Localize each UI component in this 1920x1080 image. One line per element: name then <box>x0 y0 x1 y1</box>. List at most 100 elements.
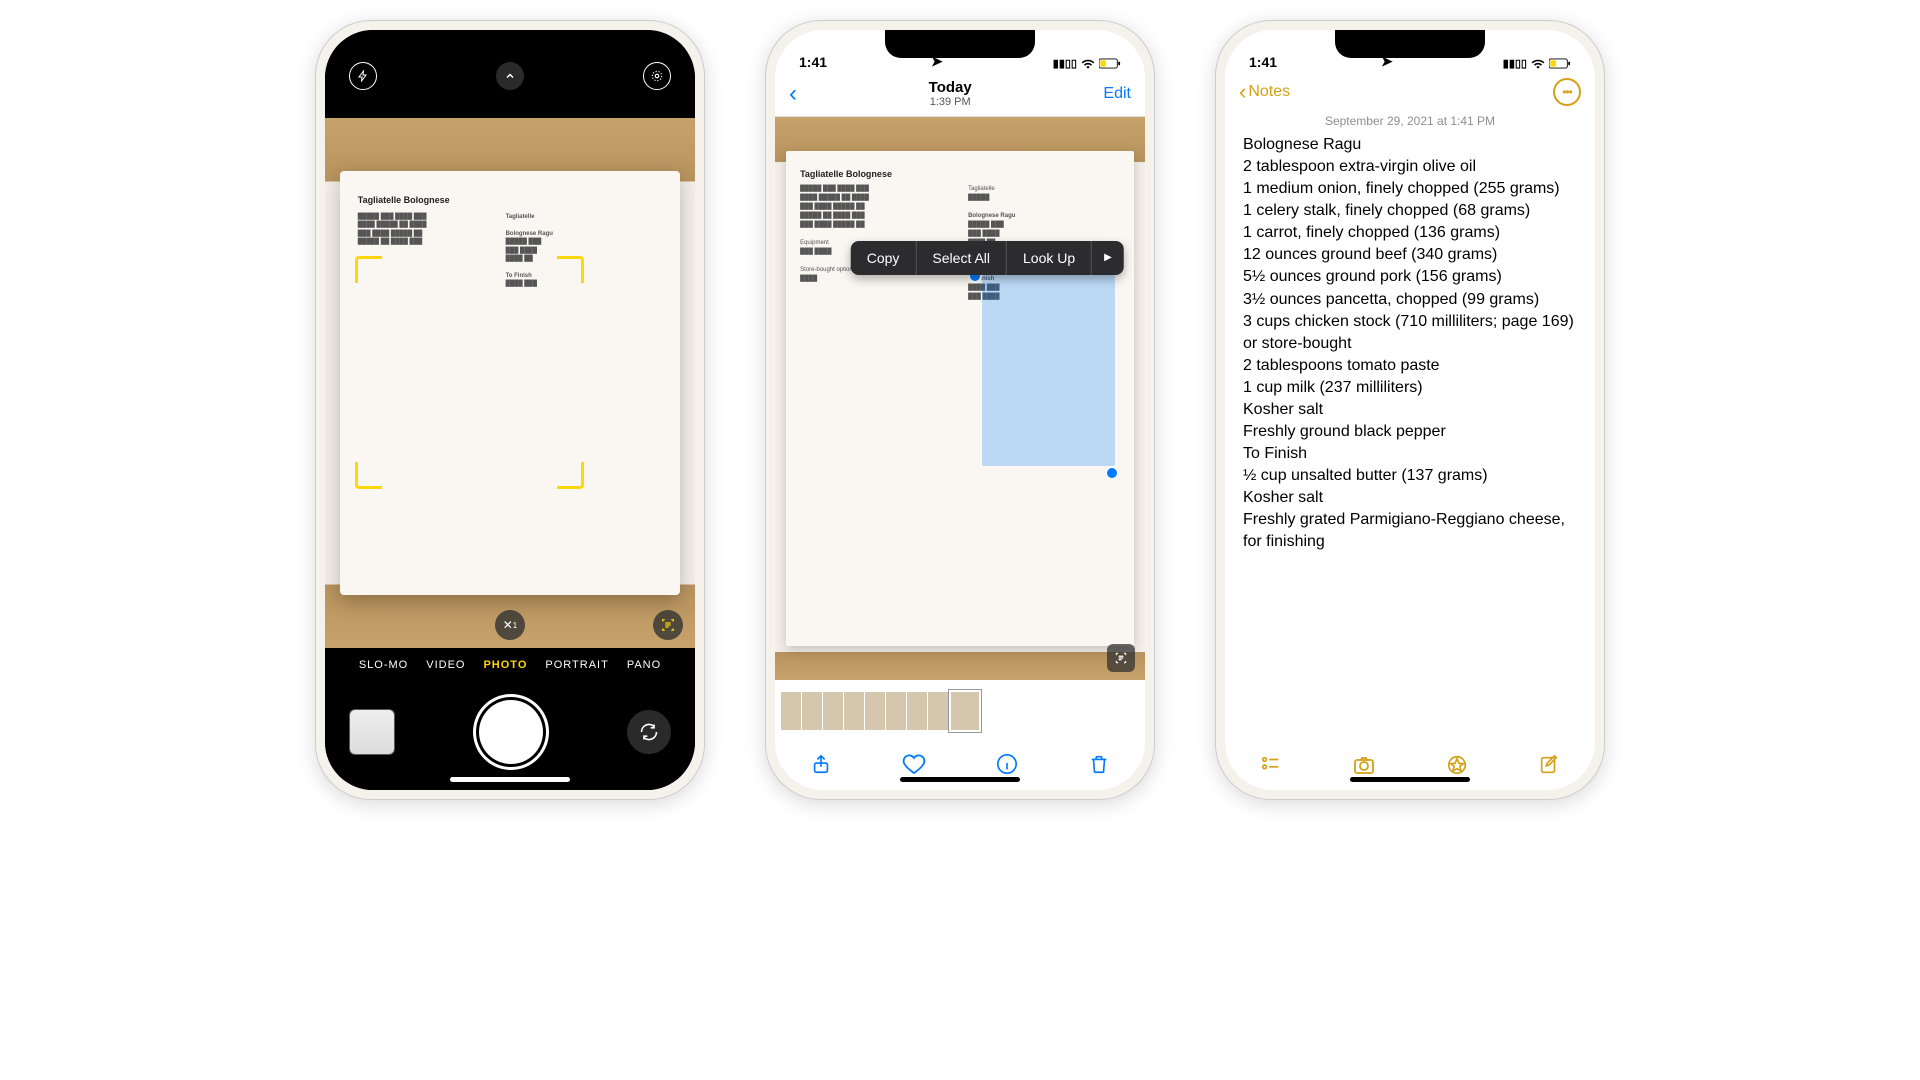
notes-app-screen: 1:41 ➤ ▮▮▯▯ ‹ Notes ••• <box>1225 30 1595 790</box>
battery-icon <box>1549 58 1571 69</box>
markup-icon[interactable] <box>1446 754 1468 776</box>
share-icon[interactable] <box>810 753 832 775</box>
thumbnail[interactable] <box>802 692 822 730</box>
wifi-icon <box>1081 59 1095 69</box>
phone-notes: 1:41 ➤ ▮▮▯▯ ‹ Notes ••• <box>1215 20 1605 800</box>
live-text-corner-icon <box>355 462 382 489</box>
thumbnail[interactable] <box>823 692 843 730</box>
note-line: 5½ ounces ground pork (156 grams) <box>1243 266 1577 288</box>
note-line: 3 cups chicken stock (710 milliliters; p… <box>1243 311 1577 355</box>
back-button[interactable]: ‹ <box>789 80 797 108</box>
status-time: 1:41 <box>799 54 827 70</box>
camera-viewfinder[interactable]: Tagliatelle Bolognese █████ ███ ████ ███… <box>325 118 695 648</box>
phone-camera: Tagliatelle Bolognese █████ ███ ████ ███… <box>315 20 705 800</box>
live-text-corner-icon <box>557 256 584 283</box>
last-photo-thumbnail[interactable] <box>349 709 395 755</box>
compose-icon[interactable] <box>1538 754 1560 776</box>
trash-icon[interactable] <box>1088 753 1110 775</box>
nav-title: Today <box>929 80 972 97</box>
thumbnail-selected[interactable] <box>949 690 981 732</box>
note-line: Bolognese Ragu <box>1243 134 1577 156</box>
note-line: Kosher salt <box>1243 487 1577 509</box>
text-selection-highlight[interactable] <box>982 275 1115 466</box>
photos-toolbar <box>775 738 1145 790</box>
battery-icon <box>1099 58 1121 69</box>
recipe-title: Tagliatelle Bolognese <box>358 195 662 205</box>
thumbnail[interactable] <box>928 692 948 730</box>
notch <box>1335 30 1485 58</box>
live-photo-icon[interactable] <box>643 62 671 90</box>
flash-icon[interactable] <box>349 62 377 90</box>
note-line: Freshly grated Parmigiano-Reggiano chees… <box>1243 509 1577 553</box>
notes-nav-bar: ‹ Notes ••• <box>1225 72 1595 112</box>
camera-controls-chevron-icon[interactable] <box>496 62 524 90</box>
checklist-icon[interactable] <box>1260 754 1282 776</box>
more-options-button[interactable]: ••• <box>1553 78 1581 106</box>
note-line: 12 ounces ground beef (340 grams) <box>1243 244 1577 266</box>
back-label: Notes <box>1248 83 1290 101</box>
live-text-button[interactable] <box>1107 644 1135 672</box>
cookbook-page: Tagliatelle Bolognese █████ ███ ████ ███… <box>340 171 680 595</box>
camera-app-screen: Tagliatelle Bolognese █████ ███ ████ ███… <box>325 30 695 790</box>
note-line: Kosher salt <box>1243 399 1577 421</box>
thumbnail[interactable] <box>781 692 801 730</box>
nav-title-group: Today 1:39 PM <box>929 80 972 109</box>
notch <box>435 30 585 58</box>
mode-portrait[interactable]: PORTRAIT <box>545 659 608 671</box>
note-line: 3½ ounces pancetta, chopped (99 grams) <box>1243 289 1577 311</box>
notch <box>885 30 1035 58</box>
signal-icon: ▮▮▯▯ <box>1503 57 1527 70</box>
photo-viewer[interactable]: Tagliatelle Bolognese █████ ███ ████ ███… <box>775 117 1145 680</box>
thumbnail[interactable] <box>865 692 885 730</box>
note-line: 1 cup milk (237 milliliters) <box>1243 377 1577 399</box>
edit-button[interactable]: Edit <box>1103 85 1131 103</box>
note-line: To Finish <box>1243 443 1577 465</box>
note-body[interactable]: Bolognese Ragu2 tablespoon extra-virgin … <box>1225 134 1595 740</box>
camera-icon[interactable] <box>1352 753 1376 777</box>
notes-toolbar <box>1225 740 1595 790</box>
mode-video[interactable]: VIDEO <box>426 659 465 671</box>
status-time: 1:41 <box>1249 54 1277 70</box>
text-context-menu: Copy Select All Look Up ▶ <box>851 241 1124 275</box>
home-indicator[interactable] <box>900 777 1020 782</box>
signal-icon: ▮▮▯▯ <box>1053 57 1077 70</box>
note-line: 1 celery stalk, finely chopped (68 grams… <box>1243 200 1577 222</box>
menu-select-all[interactable]: Select All <box>916 241 1007 275</box>
home-indicator[interactable] <box>1350 777 1470 782</box>
photos-app-screen: 1:41 ➤ ▮▮▯▯ ‹ Today 1:39 PM <box>775 30 1145 790</box>
back-button[interactable]: ‹ Notes <box>1239 79 1290 105</box>
camera-switch-button[interactable] <box>627 710 671 754</box>
note-line: Freshly ground black pepper <box>1243 421 1577 443</box>
nav-subtitle: 1:39 PM <box>929 96 972 108</box>
info-icon[interactable] <box>996 753 1018 775</box>
phone-photos: 1:41 ➤ ▮▮▯▯ ‹ Today 1:39 PM <box>765 20 1155 800</box>
menu-more-arrow-icon[interactable]: ▶ <box>1092 243 1124 272</box>
favorite-icon[interactable] <box>902 752 926 776</box>
mode-photo[interactable]: PHOTO <box>483 659 527 671</box>
menu-look-up[interactable]: Look Up <box>1007 241 1092 275</box>
recipe-title: Tagliatelle Bolognese <box>800 169 1120 179</box>
note-line: 2 tablespoons tomato paste <box>1243 355 1577 377</box>
menu-copy[interactable]: Copy <box>851 241 917 275</box>
thumbnail[interactable] <box>844 692 864 730</box>
camera-bottom-controls <box>325 682 695 790</box>
live-text-corner-icon <box>355 256 382 283</box>
note-date: September 29, 2021 at 1:41 PM <box>1225 112 1595 134</box>
wifi-icon <box>1531 59 1545 69</box>
thumbnail[interactable] <box>907 692 927 730</box>
note-line: 1 carrot, finely chopped (136 grams) <box>1243 222 1577 244</box>
camera-mode-selector[interactable]: SLO-MO VIDEO PHOTO PORTRAIT PANO <box>325 648 695 682</box>
note-line: 1 medium onion, finely chopped (255 gram… <box>1243 178 1577 200</box>
live-text-button[interactable] <box>653 610 683 640</box>
thumbnail[interactable] <box>886 692 906 730</box>
shutter-button[interactable] <box>479 700 543 764</box>
photos-nav-bar: ‹ Today 1:39 PM Edit <box>775 72 1145 117</box>
mode-pano[interactable]: PANO <box>627 659 661 671</box>
mode-slomo[interactable]: SLO-MO <box>359 659 408 671</box>
live-text-corner-icon <box>557 462 584 489</box>
note-line: ½ cup unsalted butter (137 grams) <box>1243 465 1577 487</box>
photo-thumbnail-strip[interactable] <box>775 684 1145 738</box>
home-indicator[interactable] <box>450 777 570 782</box>
chevron-left-icon: ‹ <box>1239 79 1246 105</box>
zoom-cancel-button[interactable]: ✕1 <box>495 610 525 640</box>
